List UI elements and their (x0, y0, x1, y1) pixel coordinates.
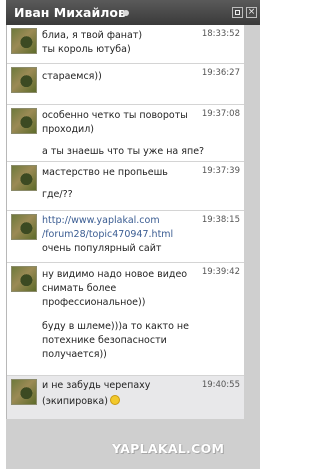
message-text: снимать более (42, 283, 117, 294)
message-time: 18:33:52 (201, 29, 240, 39)
close-icon[interactable]: × (246, 7, 257, 18)
avatar (11, 214, 37, 240)
watermark: YAPLAKAL.COM (112, 441, 225, 456)
smile-emoji-icon (109, 395, 120, 405)
online-status-icon (123, 10, 129, 16)
message-text: и не забудь черепаху (42, 380, 151, 391)
maximize-icon[interactable] (232, 7, 243, 18)
message-item: 19:38:15 http://www.yaplakal.com /forum2… (7, 211, 245, 263)
message-text: стараемся)) (42, 71, 102, 82)
message-text: ты король ютуба) (42, 44, 131, 55)
message-text: проходил) (42, 124, 95, 135)
avatar (11, 165, 37, 191)
message-line: (экипировка) (42, 395, 120, 408)
message-time: 19:38:15 (201, 215, 240, 225)
message-link[interactable]: http://www.yaplakal.com (42, 214, 160, 227)
contact-name: Иван Михайлов (14, 5, 126, 20)
message-time: 19:36:27 (201, 68, 240, 78)
message-text: буду в шлеме)))а то както не (42, 321, 189, 332)
avatar (11, 108, 37, 134)
message-text: блиа, я твой фанат) (42, 30, 143, 41)
message-list[interactable]: 18:33:52 блиа, я твой фанат) ты король ю… (6, 25, 246, 419)
message-text: где/?? (42, 189, 73, 200)
message-item: 19:39:42 ну видимо надо новое видео сним… (7, 263, 245, 376)
message-text: мастерство не пропьешь (42, 167, 168, 178)
message-time: 19:40:55 (201, 380, 240, 390)
message-item: 19:37:39 мастерство не пропьешь где/?? (7, 162, 245, 211)
message-link[interactable]: /forum28/topic470947.html (42, 228, 173, 241)
message-time: 19:37:39 (201, 166, 240, 176)
message-text: получается)) (42, 349, 107, 360)
message-text: (экипировка) (42, 396, 108, 407)
avatar (11, 28, 37, 54)
message-text: потехнике безопасности (42, 335, 167, 346)
message-item: 19:37:08 особенно четко ты повороты прох… (7, 105, 245, 162)
message-item: 18:33:52 блиа, я твой фанат) ты король ю… (7, 25, 245, 64)
avatar (11, 379, 37, 405)
message-time: 19:37:08 (201, 109, 240, 119)
title-bar[interactable]: Иван Михайлов × (6, 0, 260, 25)
message-text: очень популярный сайт (42, 243, 162, 254)
message-item: 19:40:55 и не забудь черепаху (экипировк… (7, 376, 245, 419)
message-item: 19:36:27 стараемся)) (7, 64, 245, 105)
scrollbar[interactable] (244, 25, 254, 419)
message-text: ну видимо надо новое видео (42, 269, 188, 280)
message-text: а ты знаешь что ты уже на япе? (42, 146, 205, 157)
message-text: особенно четко ты повороты (42, 110, 188, 121)
avatar (11, 67, 37, 93)
message-time: 19:39:42 (201, 267, 240, 277)
avatar (11, 266, 37, 292)
message-text: профессиональное)) (42, 297, 146, 308)
